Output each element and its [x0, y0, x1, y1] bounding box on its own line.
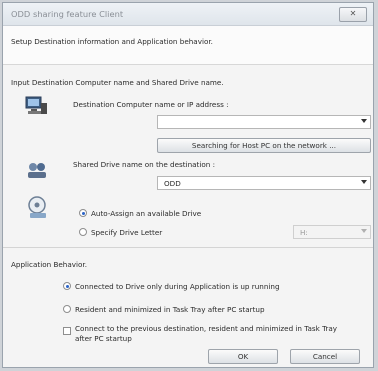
drive-letter-icon [25, 195, 51, 218]
option-previous-checkbox[interactable] [63, 327, 71, 335]
specify-letter-label[interactable]: Specify Drive Letter [91, 228, 162, 237]
computer-name-label: Destination Computer name or IP address … [73, 100, 229, 109]
option-previous-label-1[interactable]: Connect to the previous destination, res… [75, 324, 337, 333]
option-connected-label[interactable]: Connected to Drive only during Applicati… [75, 282, 280, 291]
title-bar[interactable]: ODD sharing feature Client ✕ [3, 3, 373, 26]
search-host-button[interactable]: Searching for Host PC on the network ... [157, 138, 371, 153]
section-divider [3, 247, 373, 248]
computer-icon [23, 95, 49, 117]
chevron-down-icon[interactable] [361, 180, 367, 184]
drive-letter-combo[interactable]: H: [293, 225, 371, 239]
drive-letter-value: H: [300, 228, 308, 237]
dialog-window: ODD sharing feature Client ✕ Setup Desti… [2, 2, 374, 368]
close-button[interactable]: ✕ [339, 7, 367, 22]
shared-drive-value: ODD [164, 179, 181, 188]
shared-drive-icon [25, 160, 51, 182]
header-text: Setup Destination information and Applic… [11, 37, 213, 46]
option-resident-label[interactable]: Resident and minimized in Task Tray afte… [75, 305, 265, 314]
specify-letter-radio[interactable] [79, 228, 87, 236]
chevron-down-icon[interactable] [361, 119, 367, 123]
ok-button[interactable]: OK [208, 349, 278, 364]
shared-drive-label: Shared Drive name on the destination : [73, 160, 215, 169]
option-previous-label-2[interactable]: after PC startup [75, 334, 132, 343]
window-title: ODD sharing feature Client [11, 9, 124, 19]
input-section-title: Input Destination Computer name and Shar… [11, 78, 224, 87]
auto-assign-radio[interactable] [79, 209, 87, 217]
auto-assign-label[interactable]: Auto-Assign an available Drive [91, 209, 201, 218]
header-area: Setup Destination information and Applic… [3, 26, 373, 65]
shared-drive-combo[interactable]: ODD [157, 176, 371, 190]
chevron-down-icon[interactable] [361, 229, 367, 233]
option-resident-radio[interactable] [63, 305, 71, 313]
computer-name-combo[interactable] [157, 115, 371, 129]
cancel-button[interactable]: Cancel [290, 349, 360, 364]
close-icon: ✕ [349, 9, 357, 18]
option-connected-radio[interactable] [63, 282, 71, 290]
app-section-title: Application Behavior. [11, 260, 87, 269]
